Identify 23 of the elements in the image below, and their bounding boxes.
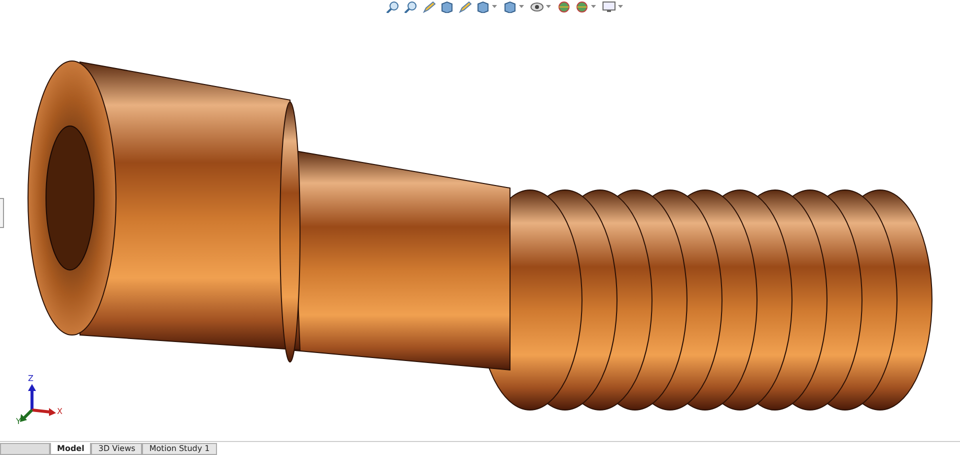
pencil-icon[interactable]	[422, 1, 436, 13]
tab[interactable]: Model	[50, 443, 92, 455]
axis-label: X	[57, 408, 62, 416]
caret-icon[interactable]	[618, 5, 622, 9]
zoom-icon[interactable]	[386, 1, 400, 13]
caret-icon[interactable]	[518, 5, 524, 9]
tab[interactable]: 3D Views	[91, 443, 142, 455]
monitor-icon[interactable]	[602, 1, 616, 13]
zoom-icon[interactable]	[404, 1, 418, 13]
globe-icon[interactable]	[574, 1, 588, 13]
cube-icon[interactable]	[502, 1, 516, 13]
caret-icon[interactable]	[546, 5, 550, 9]
axis-label: Z	[28, 375, 34, 383]
eye-icon[interactable]	[530, 1, 544, 13]
axis-label: Y	[16, 418, 21, 426]
caret-icon[interactable]	[590, 5, 596, 9]
panel-handle[interactable]	[0, 198, 4, 228]
cube-icon[interactable]	[476, 1, 490, 13]
globe-icon[interactable]	[556, 1, 570, 13]
cube-icon[interactable]	[440, 1, 454, 13]
caret-icon[interactable]	[492, 5, 496, 9]
pencil-icon[interactable]	[458, 1, 472, 13]
tab[interactable]: Motion Study 1	[142, 443, 217, 455]
